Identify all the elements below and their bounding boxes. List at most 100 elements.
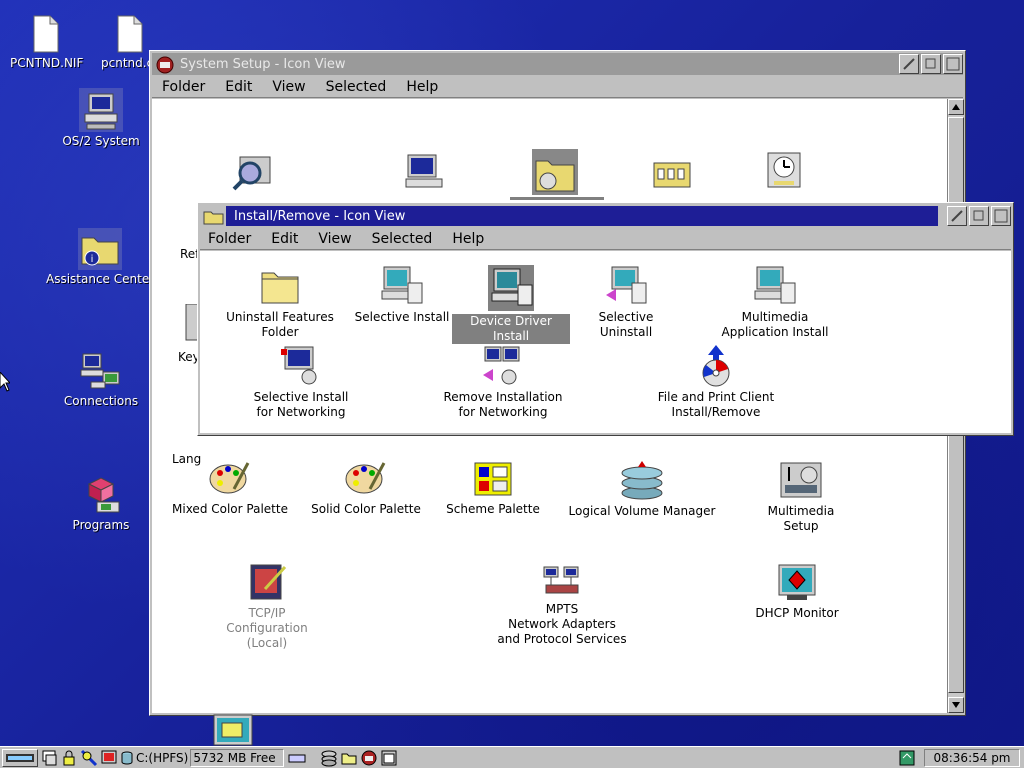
network-status-button[interactable] [898, 749, 916, 767]
device-driver-install[interactable]: Device Driver Install [452, 265, 570, 344]
menu-view[interactable]: View [308, 231, 361, 247]
selective-uninstall[interactable]: Selective Uninstall [572, 265, 680, 340]
palette-icon [209, 462, 250, 494]
menu-folder[interactable]: Folder [200, 231, 261, 247]
multimedia-setup[interactable]: Multimedia Setup [746, 459, 856, 534]
desktop-icon-connections[interactable]: Connections [56, 352, 146, 408]
tray-button-3[interactable] [360, 749, 378, 767]
warp-button[interactable] [2, 748, 38, 767]
install-folder-icon [532, 149, 578, 195]
remove-installation-for-networking[interactable]: Remove Installation for Networking [426, 345, 580, 420]
menu-edit[interactable]: Edit [261, 231, 308, 247]
network-install-icon [281, 346, 317, 385]
menu-edit[interactable]: Edit [215, 79, 262, 95]
restore-button[interactable] [969, 206, 989, 226]
desktop-icon-assistance-center[interactable]: i Assistance Center [46, 228, 154, 286]
object-label: Scheme Palette [446, 502, 540, 516]
mpts[interactable]: MPTS Network Adapters and Protocol Servi… [482, 563, 642, 647]
uninstall-icon [606, 266, 647, 304]
tray-button-4[interactable] [380, 749, 398, 767]
drive-icon [121, 751, 133, 764]
network-adapter-icon [543, 566, 579, 594]
palette-icon [345, 462, 386, 494]
logical-volume-manager[interactable]: Logical Volume Manager [562, 459, 722, 519]
restore-icon [925, 58, 936, 69]
install-computer-icon [381, 266, 423, 304]
install-remove-window[interactable]: Install/Remove - Icon View Folder Edit V… [197, 202, 1014, 436]
file-icon [33, 15, 59, 53]
titlebar[interactable]: Install/Remove - Icon View [200, 205, 1011, 227]
help-folder-icon: i [78, 228, 122, 270]
folder-tray-icon [341, 753, 357, 764]
object-label: File and Print Client Install/Remove [657, 390, 775, 419]
lock-icon [63, 750, 75, 765]
menu-folder[interactable]: Folder [152, 79, 215, 95]
desktop-icon-label: Programs [72, 518, 130, 532]
mouse-pointer-icon [0, 372, 10, 392]
restore-button[interactable] [921, 54, 941, 74]
menubar: Folder Edit View Selected Help [200, 228, 1011, 250]
scheme-palette[interactable]: Scheme Palette [438, 459, 548, 517]
menu-selected[interactable]: Selected [362, 231, 443, 247]
find-button[interactable] [80, 749, 98, 767]
window-title: Install/Remove - Icon View [234, 208, 406, 224]
window-tray-icon [381, 750, 397, 765]
selective-install-for-networking[interactable]: Selective Install for Networking [236, 345, 366, 420]
menu-view[interactable]: View [262, 79, 315, 95]
desktop-icon-os2-system[interactable]: OS/2 System [56, 88, 146, 148]
selective-install[interactable]: Selective Install [352, 265, 452, 325]
maximize-button[interactable] [991, 206, 1011, 226]
uninstall-features-folder[interactable]: Uninstall Features Folder [204, 265, 356, 340]
dhcp-monitor[interactable]: DHCP Monitor [742, 563, 852, 621]
hide-button[interactable] [899, 54, 919, 74]
scroll-down-button[interactable] [948, 697, 964, 713]
file-and-print-client-install-remove[interactable]: File and Print Client Install/Remove [644, 345, 788, 420]
object-label: TCP/IP Configuration (Local) [226, 606, 308, 650]
object-label: MPTS Network Adapters and Protocol Servi… [497, 602, 627, 646]
maximize-button[interactable] [943, 54, 963, 74]
desktop-icon-pcntnd-nif[interactable]: PCNTND.NIF [10, 14, 83, 70]
object-label: Logical Volume Manager [568, 504, 716, 518]
system-menu-icon[interactable] [154, 54, 176, 74]
menu-selected[interactable]: Selected [316, 79, 397, 95]
mixed-color-palette[interactable]: Mixed Color Palette [160, 459, 300, 517]
window-list-icon [42, 750, 57, 765]
device-driver-icon [488, 265, 534, 311]
svg-text:i: i [91, 254, 94, 265]
menu-help[interactable]: Help [396, 79, 448, 95]
desktop-icon-pcntnd-c[interactable]: pcntnd.c [96, 14, 156, 70]
hide-button[interactable] [947, 206, 967, 226]
shutdown-button[interactable] [100, 749, 118, 767]
clock[interactable]: 08:36:54 pm [924, 749, 1020, 767]
object-label: Mixed Color Palette [172, 502, 288, 516]
folder-client-area[interactable]: Uninstall Features Folder Selective Inst… [200, 251, 1011, 433]
restore-icon [973, 210, 984, 221]
drive-button[interactable]: C:(HPFS) [120, 749, 188, 767]
solid-color-palette[interactable]: Solid Color Palette [304, 459, 428, 517]
maximize-icon [946, 57, 960, 71]
folder-icon[interactable] [202, 206, 226, 226]
memory-monitor-button[interactable] [288, 749, 306, 767]
desktop-icon-programs[interactable]: Programs [56, 476, 146, 532]
desktop-icon-label: Connections [63, 394, 139, 408]
free-space-display[interactable]: 5732 MB Free [190, 748, 285, 767]
object-label: Selective Uninstall [598, 310, 654, 339]
lockup-button[interactable] [60, 749, 78, 767]
notebook-icon [250, 564, 287, 600]
tray-button-1[interactable] [320, 749, 338, 767]
scroll-up-button[interactable] [948, 99, 964, 115]
computer-icon [79, 88, 123, 132]
titlebar[interactable]: System Setup - Icon View [152, 53, 963, 75]
window-list-button[interactable] [40, 749, 58, 767]
object-label: Uninstall Features Folder [226, 310, 334, 339]
tcpip-configuration-local[interactable]: TCP/IP Configuration (Local) [204, 563, 330, 651]
object-label: Solid Color Palette [311, 502, 421, 516]
menu-help[interactable]: Help [442, 231, 494, 247]
shutdown-icon [101, 750, 117, 763]
tray-button-2[interactable] [340, 749, 358, 767]
multimedia-application-install[interactable]: Multimedia Application Install [710, 265, 840, 340]
free-space-text: 5732 MB Free [193, 750, 276, 765]
object-label: Multimedia Setup [767, 504, 835, 533]
multimedia-icon [780, 462, 822, 498]
memory-icon [288, 754, 306, 762]
